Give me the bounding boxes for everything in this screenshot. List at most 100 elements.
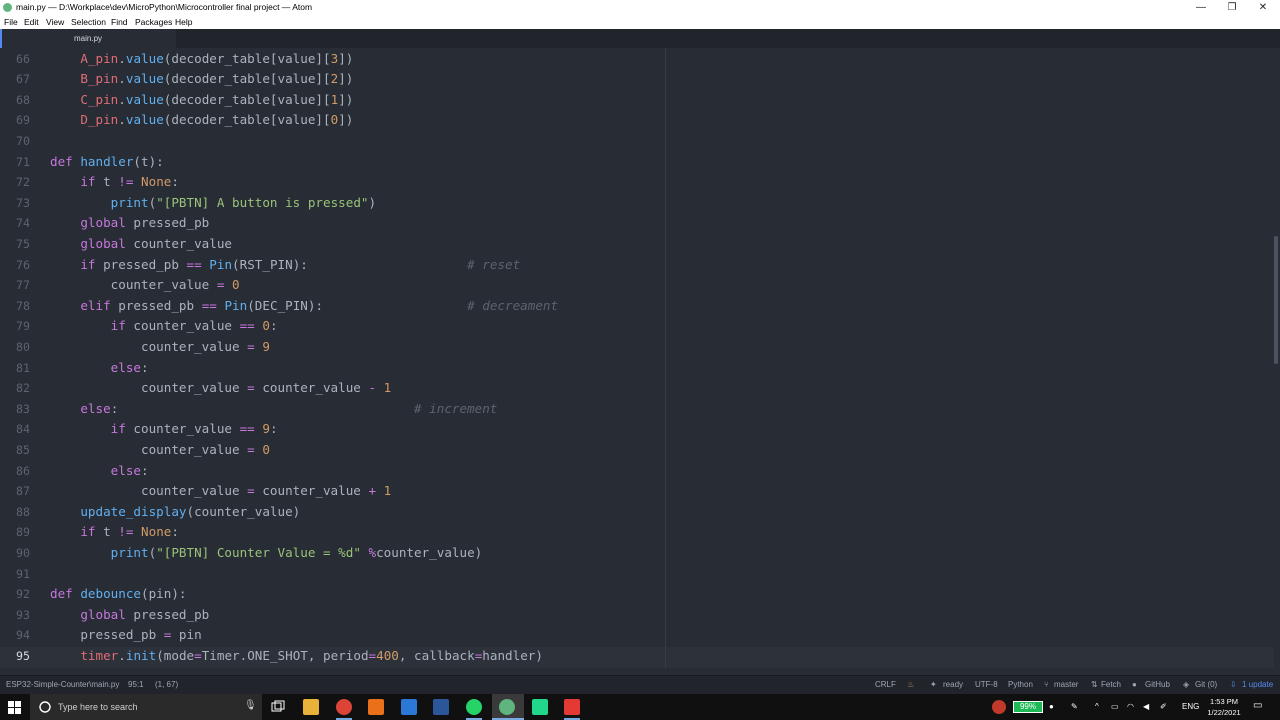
code-line[interactable]: global pressed_pb [50, 213, 209, 234]
close-button[interactable]: ✕ [1246, 0, 1280, 15]
line-number: 81 [16, 360, 30, 375]
microphone-icon[interactable]: 🎙 [244, 700, 257, 711]
fetch-button[interactable]: Fetch [1101, 680, 1121, 689]
code-line[interactable]: def handler(t): [50, 152, 164, 173]
chevron-up-icon[interactable]: ^ [1095, 702, 1099, 711]
atom-taskbar-icon[interactable] [499, 699, 515, 715]
code-line[interactable]: global pressed_pb [50, 605, 209, 626]
code-line[interactable]: else: [50, 461, 149, 482]
code-line[interactable]: else: # increment [50, 399, 497, 420]
pen-tray-icon[interactable]: ✎ [1071, 702, 1078, 711]
atom-app-icon [3, 3, 12, 12]
line-number: 82 [16, 381, 30, 396]
tab-bar: main.py [0, 29, 1280, 49]
microphone-tray-icon[interactable]: ● [1049, 702, 1054, 711]
github-icon: ● [1132, 680, 1137, 689]
code-line[interactable]: print("[PBTN] Counter Value = %d" %count… [50, 543, 483, 564]
taskbar-clock[interactable]: 1:53 PM 1/22/2021 [1198, 696, 1250, 718]
line-number: 91 [16, 566, 30, 581]
code-line[interactable]: def debounce(pin): [50, 584, 187, 605]
pen-workspace-icon[interactable]: ✐ [1160, 702, 1167, 711]
code-line[interactable]: if pressed_pb == Pin(RST_PIN): # reset [50, 255, 520, 276]
minimize-button[interactable]: — [1184, 0, 1218, 15]
whatsapp-icon[interactable] [466, 699, 482, 715]
task-view-icon[interactable] [270, 699, 286, 715]
code-editor[interactable]: 66 67 68 69 70 71 72 73 74 75 76 77 78 79 80 81 82 83 84 85… [0, 48, 1280, 669]
language-indicator[interactable]: ENG [1182, 702, 1199, 711]
title-bar: main.py — D:\Workplace\dev\MicroPython\M… [0, 0, 1280, 15]
file-explorer-icon[interactable] [303, 699, 319, 715]
wifi-icon[interactable]: ◠ [1127, 702, 1134, 711]
github-button[interactable]: GitHub [1145, 680, 1170, 689]
menu-packages[interactable]: Packages [135, 17, 172, 27]
code-line[interactable]: elif pressed_pb == Pin(DEC_PIN): # decre… [50, 296, 558, 317]
line-number: 75 [16, 236, 30, 251]
code-line[interactable]: C_pin.value(decoder_table[value][1]) [50, 90, 353, 111]
line-number: 87 [16, 484, 30, 499]
line-number: 83 [16, 401, 30, 416]
menu-help[interactable]: Help [175, 17, 192, 27]
windows-start-icon[interactable] [8, 701, 21, 714]
taskbar-search-box[interactable]: Type here to search 🎙 [30, 694, 262, 720]
code-line[interactable]: counter_value = counter_value - 1 [50, 378, 391, 399]
git-button[interactable]: Git (0) [1195, 680, 1217, 689]
maximize-button[interactable]: ❐ [1215, 0, 1249, 15]
menu-bar: File Edit View Selection Find Packages H… [0, 15, 1280, 29]
code-line[interactable]: counter_value = 0 [50, 275, 240, 296]
code-line[interactable]: B_pin.value(decoder_table[value][2]) [50, 69, 353, 90]
ready-icon: ✦ [930, 680, 937, 689]
code-line[interactable]: if t != None: [50, 172, 179, 193]
encoding-selector[interactable]: UTF-8 [975, 680, 998, 689]
line-ending-selector[interactable]: CRLF [875, 680, 896, 689]
code-line[interactable]: A_pin.value(decoder_table[value][3]) [50, 49, 353, 70]
antivirus-tray-icon[interactable] [992, 700, 1006, 714]
tab-main-py[interactable]: main.py [0, 29, 176, 48]
branch-name[interactable]: master [1054, 680, 1078, 689]
clock-date: 1/22/2021 [1207, 708, 1241, 717]
menu-find[interactable]: Find [111, 17, 128, 27]
code-line[interactable]: if t != None: [50, 522, 179, 543]
volume-icon[interactable]: ◀ [1143, 702, 1149, 711]
code-line[interactable]: if counter_value == 9: [50, 419, 278, 440]
line-number: 67 [16, 72, 30, 87]
code-line[interactable]: counter_value = counter_value + 1 [50, 481, 391, 502]
menu-file[interactable]: File [4, 17, 18, 27]
line-number: 68 [16, 92, 30, 107]
code-line[interactable]: counter_value = 9 [50, 337, 270, 358]
menu-view[interactable]: View [46, 17, 64, 27]
code-line[interactable]: if counter_value == 0: [50, 316, 278, 337]
code-line[interactable]: timer.init(mode=Timer.ONE_SHOT, period=4… [50, 646, 543, 667]
line-number: 85 [16, 442, 30, 457]
code-line[interactable]: pressed_pb = pin [50, 625, 201, 646]
selection-count: (1, 67) [155, 680, 179, 689]
word-icon[interactable] [433, 699, 449, 715]
menu-edit[interactable]: Edit [24, 17, 39, 27]
cursor-position[interactable]: 95:1 [128, 680, 144, 689]
grammar-selector[interactable]: Python [1008, 680, 1033, 689]
code-line[interactable]: D_pin.value(decoder_table[value][0]) [50, 110, 353, 131]
menu-selection[interactable]: Selection [71, 17, 106, 27]
clion-icon[interactable] [564, 699, 580, 715]
code-line[interactable]: counter_value = 0 [50, 440, 270, 461]
matlab-icon[interactable] [368, 699, 384, 715]
vertical-scrollbar[interactable] [1274, 236, 1278, 364]
notification-icon[interactable]: ▭ [1253, 700, 1262, 711]
line-number: 92 [16, 587, 30, 602]
update-icon: ⇩ [1230, 680, 1237, 689]
battery-tray-icon[interactable]: ▭ [1111, 702, 1119, 711]
windows-taskbar: Type here to search 🎙 99% ● ✎ ^ ▭ ◠ ◀ ✐ … [0, 694, 1280, 720]
code-line[interactable]: update_display(counter_value) [50, 502, 300, 523]
chrome-icon[interactable] [336, 699, 352, 715]
fetch-icon: ⇅ [1091, 680, 1098, 689]
code-line[interactable]: global counter_value [50, 234, 232, 255]
ready-status: ready [943, 680, 964, 689]
pycharm-icon[interactable] [532, 699, 548, 715]
mail-icon[interactable] [401, 699, 417, 715]
code-line[interactable]: print("[PBTN] A button is pressed") [50, 193, 376, 214]
update-button[interactable]: 1 update [1242, 680, 1273, 689]
file-path[interactable]: ESP32-Simple-Counter\main.py [6, 680, 119, 689]
code-line[interactable]: else: [50, 358, 149, 379]
window-title: main.py — D:\Workplace\dev\MicroPython\M… [16, 2, 313, 12]
battery-indicator[interactable]: 99% [1013, 701, 1043, 713]
search-icon [39, 701, 51, 713]
